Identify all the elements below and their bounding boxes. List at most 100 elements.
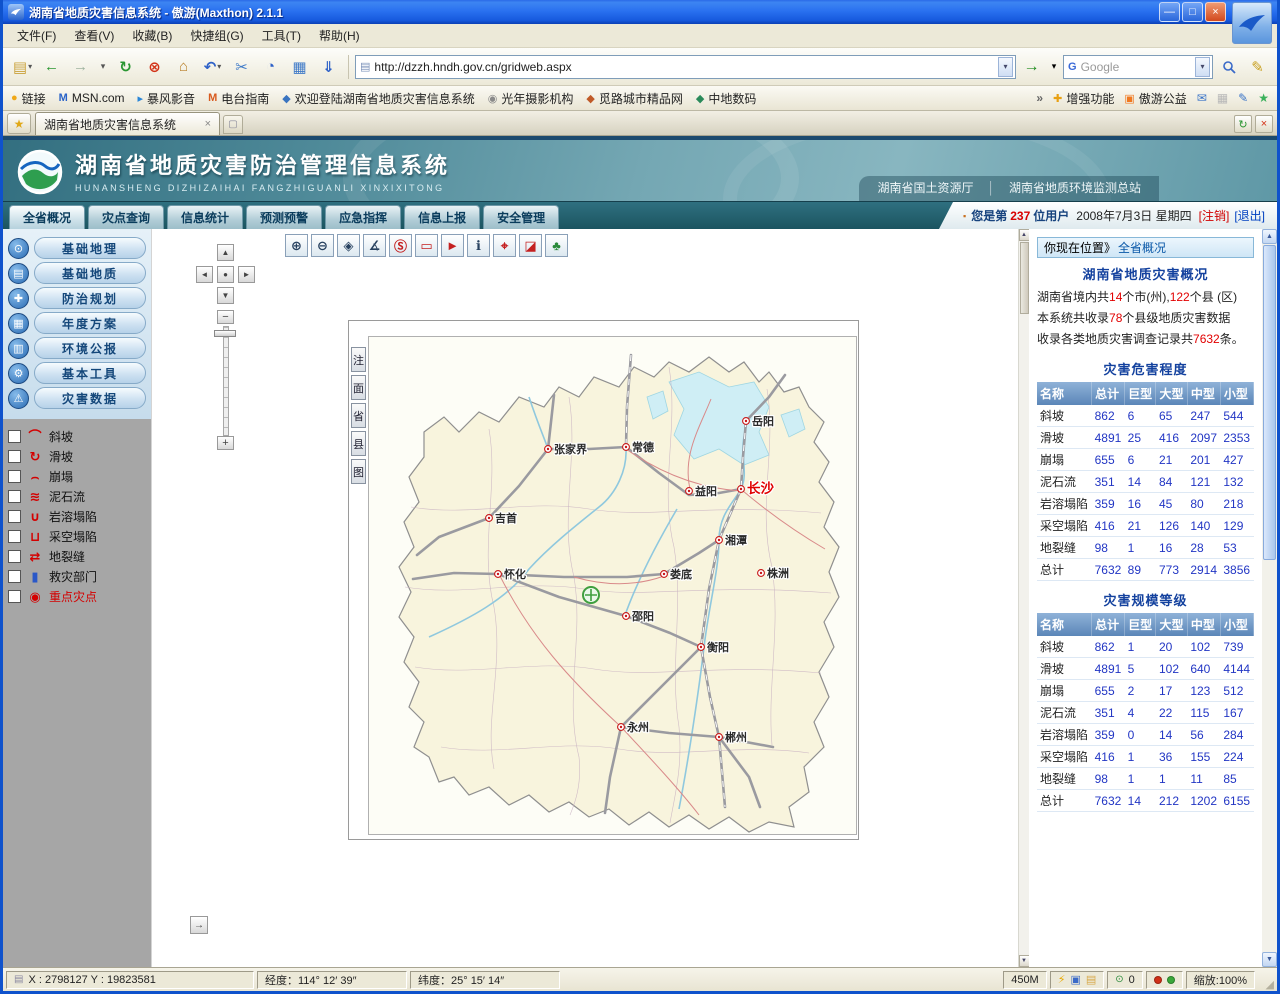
rect-select-tool[interactable]: ▭: [415, 234, 438, 257]
zoom-slider-track[interactable]: [223, 326, 229, 436]
table-row[interactable]: 斜坡862665247544: [1037, 405, 1254, 427]
stop-button[interactable]: ⊗: [141, 53, 168, 80]
map-layer-button[interactable]: 县: [351, 431, 366, 456]
breadcrumb-current[interactable]: 全省概况: [1118, 239, 1166, 256]
link-item[interactable]: ◉光年摄影机构: [488, 90, 574, 107]
sidebar-button[interactable]: 防治规划: [34, 287, 146, 309]
sidebar-button[interactable]: 基本工具: [34, 362, 146, 384]
table-row[interactable]: 滑坡48912541620972353: [1037, 427, 1254, 449]
links-overflow-chevron[interactable]: »: [1036, 91, 1043, 105]
forward-button[interactable]: →: [67, 53, 94, 80]
clear-tool[interactable]: ◪: [519, 234, 542, 257]
map-canvas[interactable]: 张家界常德岳阳益阳长沙吉首湘潭株洲怀化娄底邵阳衡阳永州郴州: [368, 336, 857, 835]
gift-icon[interactable]: ★: [1258, 91, 1269, 105]
nav-tab[interactable]: 灾点查询: [88, 205, 164, 229]
menu-item[interactable]: 帮助(H): [311, 25, 368, 46]
highlight-button[interactable]: ✎: [1244, 53, 1271, 80]
layer-checkbox[interactable]: [8, 470, 21, 483]
locate-tool[interactable]: ⌖: [493, 234, 516, 257]
table-row[interactable]: 总计76328977329143856: [1037, 559, 1254, 581]
layer-checkbox[interactable]: [8, 590, 21, 603]
zoom-in-slider-button[interactable]: +: [217, 436, 234, 450]
measure-tool[interactable]: ∡: [363, 234, 386, 257]
link-item[interactable]: ●链接: [11, 90, 46, 107]
sidebar-button[interactable]: 年度方案: [34, 312, 146, 334]
menu-item[interactable]: 文件(F): [9, 25, 64, 46]
network-icon[interactable]: ▣: [1070, 973, 1080, 986]
table-row[interactable]: 地裂缝98111185: [1037, 768, 1254, 790]
menu-item[interactable]: 收藏(B): [124, 25, 180, 46]
nav-tab[interactable]: 全省概况: [9, 205, 85, 229]
pan-down-button[interactable]: ▼: [217, 287, 234, 304]
full-extent-tool[interactable]: ◈: [337, 234, 360, 257]
refresh-all-button[interactable]: ↻: [1234, 115, 1252, 133]
refresh-button[interactable]: ↻: [112, 53, 139, 80]
map-layer-button[interactable]: 图: [351, 459, 366, 484]
identify-tool[interactable]: ℹ: [467, 234, 490, 257]
messenger-icon[interactable]: ✉: [1197, 91, 1207, 105]
nav-tab[interactable]: 安全管理: [483, 205, 559, 229]
notes-button[interactable]: ▦: [286, 53, 313, 80]
scroll-up-icon[interactable]: ▲: [1262, 229, 1277, 244]
tab-active[interactable]: 湖南省地质灾害信息系统 ×: [35, 112, 220, 135]
pan-right-button[interactable]: ►: [238, 266, 255, 283]
history-button[interactable]: ◔: [257, 53, 284, 80]
resize-grip[interactable]: ◢: [1258, 978, 1274, 991]
link-item[interactable]: MMSN.com: [59, 91, 125, 105]
table-row[interactable]: 泥石流3511484121132: [1037, 471, 1254, 493]
new-tab-page-button[interactable]: ▢: [223, 115, 243, 134]
zoom-in-tool[interactable]: ⊕: [285, 234, 308, 257]
logout-link[interactable]: [注销]: [1199, 207, 1230, 224]
lightning-icon[interactable]: ⚡: [1058, 973, 1066, 986]
panel-scroll-up-icon[interactable]: ▲: [1019, 229, 1030, 241]
circle-select-tool[interactable]: Ⓢ: [389, 234, 412, 257]
dropdown-arrow-icon[interactable]: ▾: [28, 62, 32, 71]
nav-tab[interactable]: 信息上报: [404, 205, 480, 229]
table-row[interactable]: 岩溶塌陷35901456284: [1037, 724, 1254, 746]
table-row[interactable]: 总计76321421212026155: [1037, 790, 1254, 812]
header-link[interactable]: 湖南省国土资源厅: [877, 179, 973, 196]
close-all-button[interactable]: ×: [1255, 115, 1273, 133]
panel-scroll-down-icon[interactable]: ▼: [1019, 955, 1030, 967]
panel-scrollbar[interactable]: ▲ ▼: [1018, 229, 1029, 967]
zoom-out-slider-button[interactable]: −: [217, 310, 234, 324]
map-layer-button[interactable]: 面: [351, 375, 366, 400]
arrow-select-tool[interactable]: ►: [441, 234, 464, 257]
tab-close-icon[interactable]: ×: [205, 118, 211, 130]
search-engine-dropdown[interactable]: ▾: [1195, 57, 1210, 77]
search-button[interactable]: [1215, 53, 1242, 80]
menu-item[interactable]: 查看(V): [66, 25, 122, 46]
gps-marker[interactable]: [583, 587, 599, 603]
sidebar-button[interactable]: 灾害数据: [34, 387, 146, 409]
address-bar[interactable]: ▤ ▾: [355, 55, 1016, 79]
zoom-slider-thumb[interactable]: [214, 330, 236, 337]
folder-icon[interactable]: ▤: [1086, 973, 1096, 986]
zoom-control[interactable]: 缩放:100%: [1186, 971, 1255, 989]
new-tab-button[interactable]: ▤▾: [9, 53, 36, 80]
link-item[interactable]: ▣傲游公益: [1124, 90, 1186, 107]
snap-button[interactable]: ✂: [228, 53, 255, 80]
link-item[interactable]: M电台指南: [208, 90, 269, 107]
dropdown-arrow-icon[interactable]: ▾: [217, 62, 221, 71]
panel-scroll-thumb[interactable]: [1020, 242, 1029, 314]
panel-icon[interactable]: ▦: [1217, 91, 1228, 105]
sidebar-button[interactable]: 基础地理: [34, 237, 146, 259]
history-dropdown[interactable]: ▾: [96, 53, 110, 80]
maxthon-logo[interactable]: [1232, 2, 1272, 44]
layer-checkbox[interactable]: [8, 550, 21, 563]
scroll-down-icon[interactable]: ▼: [1262, 952, 1277, 967]
link-item[interactable]: ◆欢迎登陆湖南省地质灾害信息系统: [282, 90, 474, 107]
address-input[interactable]: [374, 57, 994, 77]
menu-item[interactable]: 工具(T): [254, 25, 309, 46]
pan-left-button[interactable]: ◄: [196, 266, 213, 283]
back-button[interactable]: ←: [38, 53, 65, 80]
expand-panel-button[interactable]: →: [190, 916, 208, 934]
nav-tab[interactable]: 应急指挥: [325, 205, 401, 229]
table-row[interactable]: 地裂缝981162853: [1037, 537, 1254, 559]
hunan-map-svg[interactable]: 张家界常德岳阳益阳长沙吉首湘潭株洲怀化娄底邵阳衡阳永州郴州: [369, 337, 857, 835]
table-row[interactable]: 崩塌655621201427: [1037, 449, 1254, 471]
maximize-button[interactable]: □: [1182, 2, 1203, 22]
pan-center-button[interactable]: ●: [217, 266, 234, 283]
link-item[interactable]: ▸暴风影音: [138, 90, 196, 107]
table-row[interactable]: 崩塌655217123512: [1037, 680, 1254, 702]
